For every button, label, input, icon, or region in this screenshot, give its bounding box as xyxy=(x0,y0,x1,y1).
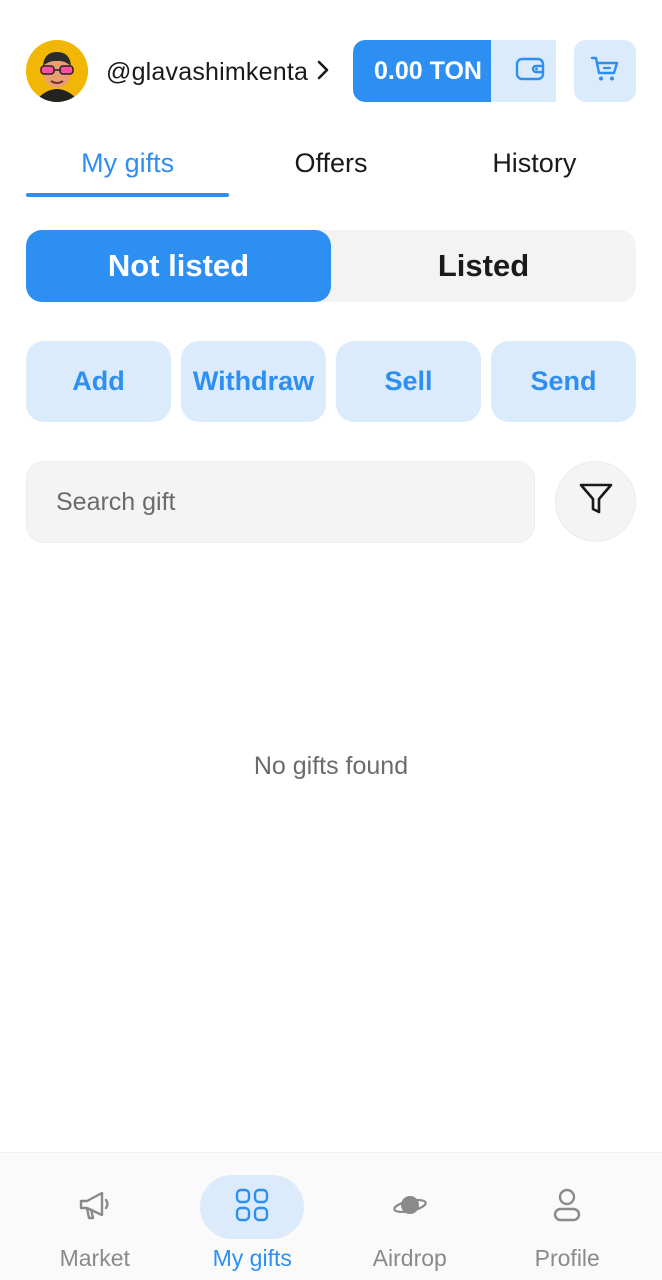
empty-state-text: No gifts found xyxy=(253,752,409,780)
tab-label: My gifts xyxy=(81,148,175,178)
balance-group: 0.00 TON xyxy=(353,40,568,102)
send-button[interactable]: Send xyxy=(491,341,636,422)
tabs: My gifts Offers History xyxy=(26,140,636,200)
listing-filter: Not listed Listed xyxy=(26,230,636,302)
nav-item-airdrop[interactable]: Airdrop xyxy=(331,1153,489,1280)
planet-icon xyxy=(392,1190,428,1225)
segment-not-listed[interactable]: Not listed xyxy=(26,230,331,302)
nav-icon-wrap xyxy=(43,1175,147,1239)
nav-label-market: Market xyxy=(59,1245,130,1271)
wallet-icon xyxy=(515,56,545,87)
tab-underline xyxy=(26,193,230,197)
balance-button[interactable]: 0.00 TON xyxy=(353,40,503,102)
wallet-button[interactable] xyxy=(491,40,556,102)
nav-item-profile[interactable]: Profile xyxy=(489,1153,647,1280)
action-buttons: Add Withdraw Sell Send xyxy=(26,341,636,422)
tab-my-gifts[interactable]: My gifts xyxy=(26,140,230,200)
cart-button[interactable] xyxy=(574,40,636,102)
nav-icon-wrap xyxy=(515,1175,619,1239)
tab-offers[interactable]: Offers xyxy=(229,140,432,200)
search-box xyxy=(26,461,535,543)
tab-label: History xyxy=(492,148,577,178)
person-icon xyxy=(552,1188,582,1227)
nav-label-profile: Profile xyxy=(534,1245,600,1271)
filter-icon xyxy=(578,482,614,521)
profile-link[interactable]: @glavashimkenta xyxy=(106,52,330,92)
avatar-image xyxy=(26,40,88,102)
avatar[interactable] xyxy=(26,40,88,102)
header: @glavashimkenta 0.00 TON xyxy=(0,0,662,110)
chevron-right-icon xyxy=(316,59,330,86)
add-button[interactable]: Add xyxy=(26,341,171,422)
search-input[interactable] xyxy=(54,486,534,518)
tab-label: Offers xyxy=(294,148,368,178)
nav-item-market[interactable]: Market xyxy=(16,1153,174,1280)
username: @glavashimkenta xyxy=(106,57,309,86)
filter-button[interactable] xyxy=(555,461,636,542)
tab-history[interactable]: History xyxy=(433,140,636,200)
segment-listed[interactable]: Listed xyxy=(331,230,636,302)
withdraw-button[interactable]: Withdraw xyxy=(181,341,326,422)
sell-button[interactable]: Sell xyxy=(336,341,481,422)
cart-icon xyxy=(590,55,620,88)
nav-label-airdrop: Airdrop xyxy=(372,1245,447,1271)
megaphone-icon xyxy=(78,1189,112,1226)
grid-icon xyxy=(235,1188,269,1227)
nav-label-my-gifts: My gifts xyxy=(212,1245,292,1271)
nav-item-my-gifts[interactable]: My gifts xyxy=(174,1153,332,1280)
nav-icon-wrap xyxy=(200,1175,305,1239)
bottom-nav: Market My gifts Airdrop Profile xyxy=(0,1152,662,1280)
nav-icon-wrap xyxy=(358,1175,462,1239)
